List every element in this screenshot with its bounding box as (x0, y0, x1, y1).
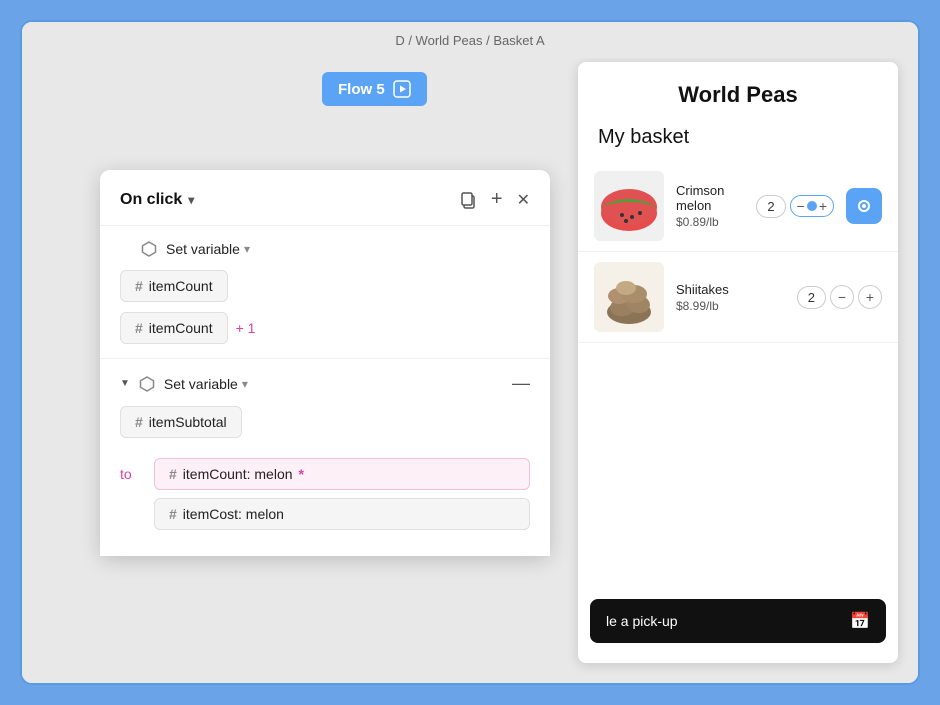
collapse-arrow[interactable]: ▼ (120, 378, 130, 389)
hexagon-icon-1 (140, 240, 158, 258)
schedule-bar[interactable]: le a pick-up 📅 (590, 599, 886, 643)
copy-icon (459, 191, 477, 209)
blue-connector-box (846, 188, 882, 224)
flow-button[interactable]: Flow 5 (322, 72, 427, 106)
product-row-shiitake: Shiitakes $8.99/lb 2 − + (578, 252, 898, 343)
basket-title: My basket (578, 118, 898, 161)
product-price-melon: $0.89/lb (676, 215, 744, 229)
plus-one-label: + 1 (236, 320, 256, 336)
copy-button[interactable] (459, 191, 477, 209)
itemcost-melon-chip[interactable]: # itemCost: melon (154, 498, 530, 530)
trigger-label-text: On click (120, 191, 182, 209)
quantity-control-shiitake: 2 − + (797, 285, 882, 309)
card-header: World Peas (578, 62, 898, 118)
hash-icon-4: # (169, 466, 177, 482)
add-button[interactable]: + (491, 188, 503, 211)
trigger-label[interactable]: On click ▾ (120, 191, 194, 209)
hash-icon-2: # (135, 320, 143, 336)
product-info-shiitake: Shiitakes $8.99/lb (676, 282, 785, 313)
action-panel: On click ▾ + ✕ (100, 170, 550, 556)
section-1: Set variable ▾ # itemCount # itemCount +… (100, 226, 550, 359)
hash-icon-3: # (135, 414, 143, 430)
schedule-label: le a pick-up (606, 613, 678, 629)
flow-button-label: Flow 5 (338, 81, 385, 98)
section-2: ▼ Set variable ▾ — # itemSubtotal (100, 359, 550, 458)
section-1-title[interactable]: Set variable ▾ (166, 241, 250, 257)
section-2-var-chip: # itemSubtotal (120, 406, 530, 448)
section-2-header: ▼ Set variable ▾ — (120, 373, 530, 394)
hash-icon-1: # (135, 278, 143, 294)
itemcount-chip-1[interactable]: # itemCount (120, 270, 228, 302)
section-1-header: Set variable ▾ (120, 240, 530, 258)
product-row-watermelon: Crimson melon $0.89/lb 2 − + (578, 161, 898, 252)
product-name-shiitake: Shiitakes (676, 282, 785, 297)
minus-btn-shiitake[interactable]: − (830, 285, 854, 309)
qty-badge-melon: 2 (756, 195, 785, 218)
var-name-1: itemCount (149, 278, 213, 294)
to-row: to # itemCount: melon * # itemCost: melo… (100, 458, 550, 556)
var-name-subtotal: itemSubtotal (149, 414, 227, 430)
hexagon-icon-2 (138, 375, 156, 393)
product-info-watermelon: Crimson melon $0.89/lb (676, 183, 744, 229)
stepper-indicator (807, 201, 817, 211)
product-price-shiitake: $8.99/lb (676, 299, 785, 313)
product-image-watermelon (594, 171, 664, 241)
breadcrumb-bar: D / World Peas / Basket A (22, 22, 918, 58)
play-icon (393, 80, 411, 98)
calendar-icon: 📅 (850, 611, 870, 631)
itemcount-melon-chip[interactable]: # itemCount: melon * (154, 458, 530, 490)
hash-icon-5: # (169, 506, 177, 522)
product-name-melon: Crimson melon (676, 183, 744, 213)
quantity-control-melon: 2 − + (756, 188, 882, 224)
to-label: to (120, 458, 144, 482)
section-2-title[interactable]: Set variable ▾ (164, 376, 248, 392)
close-icon: ✕ (517, 190, 530, 210)
section-2-chevron: ▾ (242, 377, 248, 391)
itemcount-chip-2[interactable]: # itemCount (120, 312, 228, 344)
section-1-var-chip: # itemCount (120, 270, 530, 312)
close-button[interactable]: ✕ (517, 190, 530, 210)
qty-badge-shiitake: 2 (797, 286, 826, 309)
card-title: World Peas (598, 82, 878, 108)
minus-stepper-melon[interactable]: − (797, 198, 805, 214)
section-1-value-row: # itemCount + 1 (120, 312, 530, 344)
content-card: World Peas My basket Cr (578, 62, 898, 663)
section-1-chevron: ▾ (244, 242, 250, 256)
outer-frame: D / World Peas / Basket A Flow 5 World P… (20, 20, 920, 685)
asterisk-1: * (299, 466, 304, 482)
panel-header: On click ▾ + ✕ (100, 170, 550, 226)
to-content: # itemCount: melon * # itemCost: melon (154, 458, 530, 540)
add-icon: + (491, 188, 503, 211)
to-item-1: itemCount: melon (183, 466, 293, 482)
itemsubtotal-chip[interactable]: # itemSubtotal (120, 406, 242, 438)
plus-btn-shiitake[interactable]: + (858, 285, 882, 309)
trigger-chevron: ▾ (188, 193, 194, 207)
product-image-shiitake (594, 262, 664, 332)
var-name-2: itemCount (149, 320, 213, 336)
breadcrumb-text: D / World Peas / Basket A (395, 33, 544, 48)
plus-stepper-melon[interactable]: + (819, 198, 827, 214)
to-item-2: itemCost: melon (183, 506, 284, 522)
header-actions: + ✕ (459, 188, 530, 211)
section-2-minus-btn[interactable]: — (512, 373, 530, 394)
